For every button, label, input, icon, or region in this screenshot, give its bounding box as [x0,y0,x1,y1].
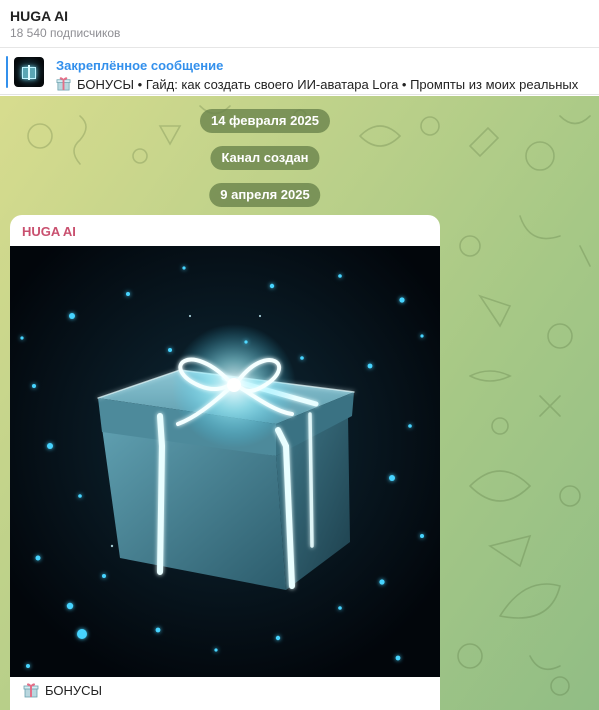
pinned-message-bar[interactable]: Закреплённое сообщение БОНУСЫ • Гайд: ка… [0,49,599,95]
pinned-thumbnail [14,57,44,87]
post-caption-text: БОНУСЫ [45,683,103,698]
channel-created-notice: Канал создан [210,146,320,170]
channel-post[interactable]: HUGA AI БОНУСЫ [10,215,440,710]
glowing-gift-box-image[interactable] [10,246,440,677]
pinned-preview-text: БОНУСЫ • Гайд: как создать своего ИИ-ава… [77,77,579,92]
post-author[interactable]: HUGA AI [22,224,76,239]
post-caption: БОНУСЫ [23,682,102,701]
pinned-title: Закреплённое сообщение [56,58,224,73]
channel-header[interactable]: HUGA AI 18 540 подписчиков [0,0,599,48]
gift-emoji-icon [56,76,71,94]
pinned-indicator [6,56,8,88]
date-separator: 9 апреля 2025 [209,183,321,207]
gift-emoji-icon [23,682,39,701]
subscriber-count: 18 540 подписчиков [10,26,121,40]
chat-area[interactable]: 14 февраля 2025 Канал создан 9 апреля 20… [0,96,599,710]
channel-title[interactable]: HUGA AI [10,8,68,24]
date-separator: 14 февраля 2025 [199,109,331,133]
pinned-preview: БОНУСЫ • Гайд: как создать своего ИИ-ава… [56,76,578,94]
